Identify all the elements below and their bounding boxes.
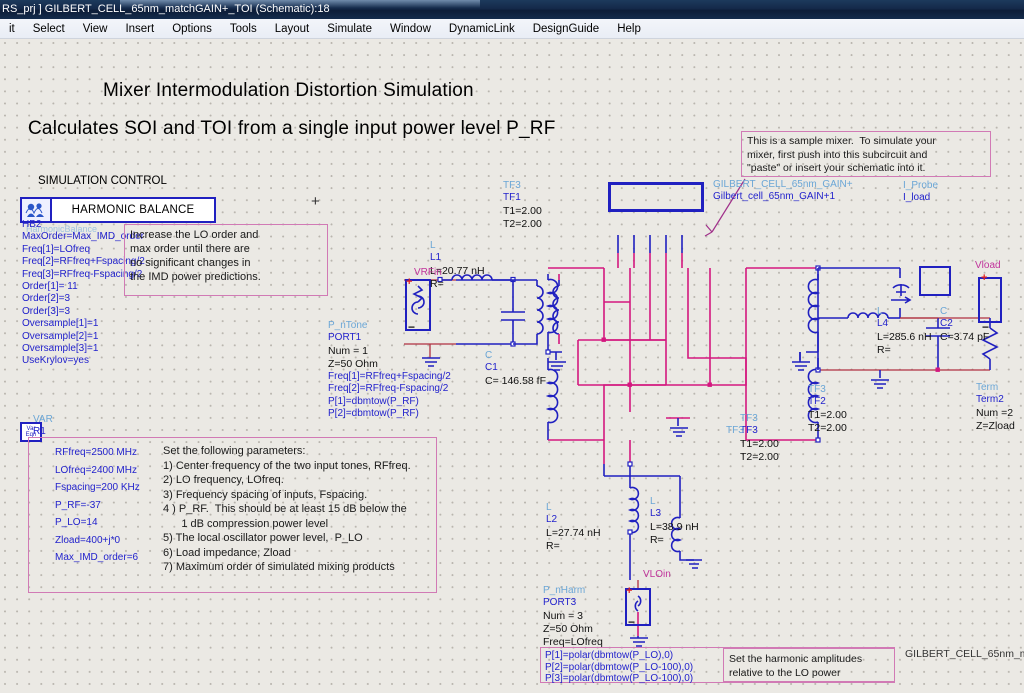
probe-name: I_load [903,192,931,204]
c2-value: C=3.74 pF [940,330,990,343]
menu-item-tools[interactable]: Tools [221,21,266,37]
c1-name: C1 [485,362,498,374]
lo-source-minus-icon: − [628,615,636,629]
tf1-t1: T1=2.00 [503,204,542,217]
term2-type: Term [976,382,999,393]
adsschematic-window: RS_prj ] GILBERT_CELL_65nm_matchGAIN+_TO… [0,0,1024,693]
tf3-labels: TF3 TF3 T1=2.00 T2=2.00 [740,413,779,464]
menu-item-help[interactable]: Help [608,21,650,37]
port3-type: P_nHarm [543,585,586,596]
menu-item-window[interactable]: Window [381,21,440,37]
tf2-type: TF3 [808,384,826,395]
probe-labels: I_Probe I_load [903,180,938,205]
port1-freq1: Freq[1]=RFfreq+Fspacing/2 [328,370,451,382]
l1-labels: L L1 L=20.77 nH R= [430,240,485,291]
l2-name: L2 [546,514,558,526]
l2-value: L=27.74 nH [546,526,601,539]
tf1-t2: T2=2.00 [503,217,542,230]
tf1-type: TF3 [503,180,521,191]
net-label-vrfin: VRFin [414,267,442,278]
l3-r: R= [650,533,664,546]
probe-type: I_Probe [903,180,939,191]
term2-name: Term2 [976,394,1004,406]
menu-item-layout[interactable]: Layout [266,21,319,37]
menu-item-options[interactable]: Options [163,21,221,37]
port3-z: Z=50 Ohm [543,622,593,635]
menu-item-view[interactable]: View [74,21,117,37]
rf-source-plus-icon: + [406,276,413,288]
c1-value: C= 146.58 fF [485,374,546,387]
c1-type: C [485,350,493,361]
l2-type: L [546,502,552,513]
term2-plus-icon: + [981,272,988,284]
tf3-t2: T2=2.00 [740,450,779,463]
port1-name: PORT1 [328,332,362,344]
net-label-vloin: VLOin [643,569,671,580]
port3-p2: P[2]=polar(dbmtow(P_LO-100),0) [545,661,694,673]
term2-labels: Term Term2 Num =2 Z=Zload [976,382,1015,433]
l3-value: L=38.9 nH [650,520,699,533]
tf3-type: TF3 [740,413,758,424]
l2-labels: L L2 L=27.74 nH R= [546,502,601,553]
menu-item-select[interactable]: Select [24,21,74,37]
term2-z: Z=Zload [976,419,1015,432]
subckt-name: Gilbert_cell_65nm_GAIN+1 [713,191,836,203]
tf3-t1: T1=2.00 [740,437,779,450]
port1-freq2: Freq[2]=RFfreq-Fspacing/2 [328,383,449,395]
port3-p3: P[3]=polar(dbmtow(P_LO-100),0) [545,673,694,684]
tf2-labels: TF3 TF2 T1=2.00 T2=2.00 [808,384,847,435]
tf2-t2: T2=2.00 [808,421,847,434]
menu-item-insert[interactable]: Insert [116,21,163,37]
tf3-secondary-type: TF3 [726,425,744,436]
port1-type: P_nTone [328,320,368,331]
lo-source-plus-icon: + [626,585,633,597]
c2-labels: C C2 C=3.74 pF [940,306,989,344]
window-titlebar[interactable]: RS_prj ] GILBERT_CELL_65nm_matchGAIN+_TO… [0,0,1024,19]
l4-r: R= [877,343,891,356]
l3-labels: L L3 L=38.9 nH R= [650,496,699,547]
menu-item-designguide[interactable]: DesignGuide [524,21,608,37]
port3-labels: P_nHarm PORT3 Num = 3 Z=50 Ohm Freq=LOfr… [543,585,603,649]
l3-name: L3 [650,508,662,520]
mixer-subcircuit-block[interactable] [608,182,704,212]
port1-labels: P_nTone PORT1 Num = 1 Z=50 Ohm Freq[1]=R… [328,320,451,420]
current-probe-symbol[interactable] [919,266,951,296]
port1-p2: P[2]=dbmtow(P_RF) [328,408,419,420]
footer-watermark: GILBERT_CELL_65nm_m [905,648,1024,660]
l4-type: L [877,306,883,317]
port3-p1: P[1]=polar(dbmtow(P_LO),0) [545,650,674,661]
l2-r: R= [546,539,560,552]
tf2-t1: T1=2.00 [808,408,847,421]
port3-num: Num = 3 [543,609,583,622]
menu-bar: it Select View Insert Options Tools Layo… [0,19,1024,39]
port3-name: PORT3 [543,597,577,609]
net-label-vload: Vload [975,260,1001,271]
l1-r: R= [430,277,444,290]
menu-item-simulate[interactable]: Simulate [318,21,381,37]
port1-num: Num = 1 [328,344,368,357]
l1-type: L [430,240,436,251]
subckt-type: GILBERT_CELL_65nm_GAIN+ [713,179,853,190]
tf3-name: TF3 [740,425,758,437]
port1-p1: P[1]=dbmtow(P_RF) [328,395,419,407]
menu-item-edit[interactable]: it [0,21,24,37]
tf2-name: TF2 [808,396,826,408]
menu-item-dynamiclink[interactable]: DynamicLink [440,21,524,37]
c2-type: C [940,306,948,317]
schematic-canvas[interactable]: Mixer Intermodulation Distortion Simulat… [0,40,1024,693]
window-title: RS_prj ] GILBERT_CELL_65nm_matchGAIN+_TO… [2,3,330,15]
tf1-labels: TF3 TF1 T1=2.00 T2=2.00 [503,180,542,231]
c2-name: C2 [940,318,953,330]
l4-labels: L L4 L=285.6 nH R= [877,306,932,357]
c1-labels: C C1 C= 146.58 fF [485,350,546,388]
port1-z: Z=50 Ohm [328,357,378,370]
port3-harmonics-box: P[1]=polar(dbmtow(P_LO),0) P[2]=polar(db… [540,647,895,684]
l4-value: L=285.6 nH [877,330,932,343]
l3-type: L [650,496,656,507]
tf1-name: TF1 [503,192,521,204]
subckt-labels: GILBERT_CELL_65nm_GAIN+ Gilbert_cell_65n… [713,179,853,204]
l1-name: L1 [430,252,442,264]
l4-name: L4 [877,318,889,330]
term2-num: Num =2 [976,406,1014,419]
